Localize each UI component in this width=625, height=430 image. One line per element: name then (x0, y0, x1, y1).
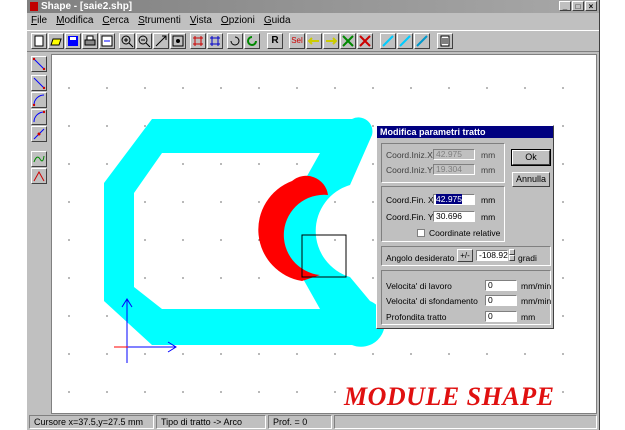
menu-strumenti[interactable]: Strumenti (138, 14, 181, 28)
arrow-line-icon[interactable] (153, 33, 169, 49)
end-y-value: 30.696 (436, 211, 462, 221)
work-speed-value: 0 (488, 280, 493, 290)
work-speed-label: Velocita' di lavoro (386, 281, 452, 291)
start-y-label: Coord.Iniz.Y (386, 165, 433, 175)
angle-spinner[interactable] (509, 249, 515, 262)
relative-checkbox[interactable] (417, 229, 425, 237)
start-y-field: 19.304 (433, 164, 475, 175)
arrow-left-icon[interactable] (306, 33, 322, 49)
edit-segment-dialog: Modifica parametri tratto Coord.Iniz.X 4… (376, 125, 554, 329)
angle-label: Angolo desiderato (386, 253, 455, 263)
line-tool-icon[interactable] (31, 56, 47, 72)
depth-unit: mm (521, 312, 536, 322)
save-file-icon[interactable] (65, 33, 81, 49)
angle-input[interactable]: -108.92 (476, 250, 508, 261)
grid-red-icon[interactable] (190, 33, 206, 49)
module-shape-brand: MODULE SHAPE (344, 382, 555, 411)
zoom-in-icon[interactable] (119, 33, 135, 49)
toolbar: R Sel (27, 30, 599, 52)
status-spacer (334, 415, 597, 429)
menu-cerca[interactable]: Cerca (102, 14, 129, 28)
end-y-label: Coord.Fin. Y (386, 212, 434, 222)
end-x-label: Coord.Fin. X (386, 195, 434, 205)
draw-line-blue-icon[interactable] (380, 33, 396, 49)
end-x-value: 42.975 (436, 194, 462, 204)
minimize-button[interactable]: _ (559, 1, 571, 11)
arrow-right-icon[interactable] (323, 33, 339, 49)
redraw-icon[interactable] (227, 33, 243, 49)
menu-vista[interactable]: Vista (190, 14, 212, 28)
curve-tool-icon[interactable] (31, 151, 47, 167)
depth-input[interactable]: 0 (485, 311, 517, 322)
line-tool-2-icon[interactable] (31, 75, 47, 91)
window-title: Shape - [saie2.shp] (41, 1, 133, 12)
print-icon[interactable] (82, 33, 98, 49)
r-button[interactable]: R (267, 33, 283, 49)
start-x-label: Coord.Iniz.X (386, 150, 433, 160)
grid-blue-icon[interactable] (207, 33, 223, 49)
export-icon[interactable] (99, 33, 115, 49)
calculator-icon[interactable] (437, 33, 453, 49)
relative-label: Coordinate relative (429, 228, 501, 238)
depth-value: 0 (488, 311, 493, 321)
tools-icon[interactable] (340, 33, 356, 49)
open-file-icon[interactable] (48, 33, 64, 49)
status-bar: Cursore x=37.5,y=27.5 mm Tipo di tratto … (27, 414, 599, 430)
status-depth: Prof. = 0 (268, 415, 332, 429)
menu-guida[interactable]: Guida (264, 14, 291, 28)
arc-tool-2-icon[interactable] (31, 109, 47, 125)
plunge-speed-value: 0 (488, 295, 493, 305)
start-y-unit: mm (481, 165, 496, 175)
arc-tool-icon[interactable] (31, 92, 47, 108)
zoom-out-icon[interactable] (136, 33, 152, 49)
menu-file[interactable]: File (31, 14, 47, 28)
zoom-fit-icon[interactable] (170, 33, 186, 49)
end-x-unit: mm (481, 195, 496, 205)
status-segment-type: Tipo di tratto -> Arco (156, 415, 266, 429)
plunge-speed-unit: mm/min (521, 296, 552, 306)
menu-opzioni[interactable]: Opzioni (221, 14, 255, 28)
draw-line-teal-icon[interactable] (414, 33, 430, 49)
ok-button[interactable]: Ok (511, 149, 551, 166)
title-bar: Shape - [saie2.shp] _ □ × (27, 0, 599, 13)
work-speed-unit: mm/min (521, 281, 552, 291)
status-cursor: Cursore x=37.5,y=27.5 mm (29, 415, 154, 429)
end-y-unit: mm (481, 212, 496, 222)
close-button[interactable]: × (585, 1, 597, 11)
start-y-value: 19.304 (436, 164, 462, 174)
offset-tool-icon[interactable] (31, 168, 47, 184)
app-icon (30, 2, 38, 11)
draw-line-cyan-icon[interactable] (397, 33, 413, 49)
end-y-input[interactable]: 30.696 (433, 211, 475, 222)
new-file-icon[interactable] (31, 33, 47, 49)
shape-outline (104, 117, 385, 347)
menu-bar: File Modifica Cerca Strumenti Vista Opzi… (27, 14, 599, 28)
undo-icon[interactable] (244, 33, 260, 49)
point-tool-icon[interactable] (31, 126, 47, 142)
angle-sign-button[interactable]: +/- (457, 249, 473, 262)
restore-button[interactable]: □ (572, 1, 584, 11)
dialog-title: Modifica parametri tratto (377, 126, 553, 138)
work-speed-input[interactable]: 0 (485, 280, 517, 291)
plunge-speed-label: Velocita' di sfondamento (386, 296, 478, 306)
end-x-input[interactable]: 42.975 (433, 194, 475, 205)
plunge-speed-input[interactable]: 0 (485, 295, 517, 306)
start-x-unit: mm (481, 150, 496, 160)
select-button[interactable]: Sel (289, 33, 305, 49)
cancel-button[interactable]: Annulla (512, 172, 550, 187)
delete-icon[interactable] (357, 33, 373, 49)
depth-label: Profondita tratto (386, 312, 447, 322)
menu-modifica[interactable]: Modifica (56, 14, 93, 28)
start-x-field: 42.975 (433, 149, 475, 160)
angle-value: -108.92 (479, 250, 508, 260)
start-x-value: 42.975 (436, 149, 462, 159)
angle-unit: gradi (518, 253, 537, 263)
